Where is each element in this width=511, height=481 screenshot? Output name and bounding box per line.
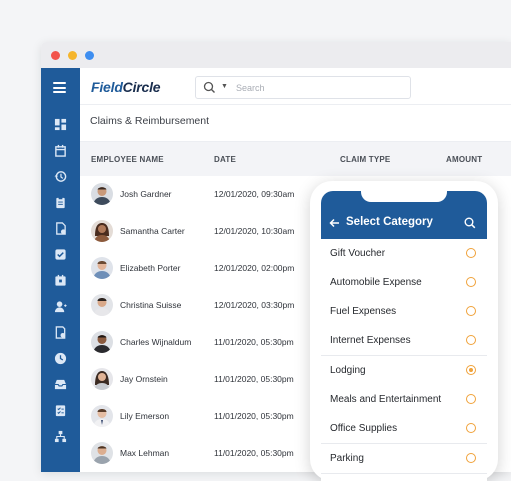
column-header-amount[interactable]: AMOUNT [446, 155, 482, 164]
employee-name: Jay Ornstein [120, 374, 168, 384]
search-icon[interactable] [464, 217, 476, 229]
claim-date: 11/01/2020, 05:30pm [214, 411, 294, 421]
avatar [91, 331, 113, 353]
category-label: Lodging [330, 365, 366, 376]
logo-text-circle: Circle [122, 79, 161, 95]
maximize-window-button[interactable] [85, 51, 94, 60]
claim-date: 12/01/2020, 09:30am [214, 189, 295, 199]
category-item-internet-expenses[interactable]: Internet Expenses [321, 326, 487, 356]
radio-button[interactable] [466, 423, 476, 433]
category-item-parking[interactable]: Parking [321, 444, 487, 474]
employee-name: Lily Emerson [120, 411, 170, 421]
close-window-button[interactable] [51, 51, 60, 60]
search-input[interactable] [234, 79, 408, 96]
back-arrow-icon[interactable] [329, 218, 340, 228]
employee-name: Samantha Carter [120, 226, 185, 236]
phone-screen: Select Category Gift Voucher Automobile … [321, 191, 487, 481]
checklist-icon[interactable] [53, 403, 67, 417]
category-item-office-supplies[interactable]: Office Supplies [321, 414, 487, 444]
claim-date: 11/01/2020, 05:30pm [214, 448, 294, 458]
phone-header: Select Category [321, 191, 487, 239]
claim-date: 12/01/2020, 02:00pm [214, 263, 295, 273]
search-box[interactable]: ▼ [195, 76, 411, 99]
page-title: Claims & Reimbursement [90, 115, 210, 127]
claim-date: 12/01/2020, 10:30am [214, 226, 295, 236]
claim-date: 12/01/2020, 03:30pm [214, 300, 295, 310]
category-item-gift-voucher[interactable]: Gift Voucher [321, 239, 487, 269]
schedule-icon[interactable] [53, 273, 67, 287]
inbox-icon[interactable] [53, 377, 67, 391]
dashboard-icon[interactable] [53, 117, 67, 131]
sidebar [41, 68, 80, 472]
employee-name: Josh Gardner [120, 189, 172, 199]
fieldcircle-logo[interactable]: FieldCircle [91, 79, 161, 95]
radio-button-selected[interactable] [466, 365, 476, 375]
category-label: Fuel Expenses [330, 306, 397, 317]
history-icon[interactable] [53, 169, 67, 183]
avatar [91, 220, 113, 242]
checkbox-icon[interactable] [53, 247, 67, 261]
phone-title: Select Category [346, 216, 433, 228]
radio-button[interactable] [466, 248, 476, 258]
column-header-date[interactable]: DATE [214, 155, 236, 164]
phone-notch [361, 191, 447, 202]
radio-button[interactable] [466, 277, 476, 287]
category-item-meals-and-entertainment[interactable]: Meals and Entertainment [321, 385, 487, 415]
clipboard-icon[interactable] [53, 195, 67, 209]
avatar [91, 257, 113, 279]
radio-button[interactable] [466, 306, 476, 316]
category-label: Gift Voucher [330, 248, 386, 259]
claim-date: 11/01/2020, 05:30pm [214, 374, 294, 384]
category-label: Automobile Expense [330, 277, 422, 288]
clock-icon[interactable] [53, 351, 67, 365]
category-label: Meals and Entertainment [330, 394, 442, 405]
claim-date: 11/01/2020, 05:30pm [214, 337, 294, 347]
radio-button[interactable] [466, 335, 476, 345]
employee-name: Charles Wijnaldum [120, 337, 192, 347]
caret-down-icon[interactable]: ▼ [221, 83, 228, 90]
employee-name: Elizabeth Porter [120, 263, 181, 273]
category-label: Parking [330, 453, 364, 464]
radio-button[interactable] [466, 394, 476, 404]
column-header-claim-type[interactable]: CLAIM TYPE [340, 155, 390, 164]
category-label: Office Supplies [330, 423, 398, 434]
phone-mockup: Select Category Gift Voucher Automobile … [310, 181, 498, 481]
table-header: EMPLOYEE NAME DATE CLAIM TYPE AMOUNT [80, 142, 511, 176]
document-icon[interactable] [53, 221, 67, 235]
avatar [91, 368, 113, 390]
menu-icon[interactable] [53, 82, 66, 93]
employee-name: Christina Suisse [120, 300, 182, 310]
avatar [91, 405, 113, 427]
user-icon[interactable] [53, 299, 67, 313]
category-item-automobile-expense[interactable]: Automobile Expense [321, 268, 487, 298]
employee-name: Max Lehman [120, 448, 170, 458]
calendar-icon[interactable] [53, 143, 67, 157]
avatar [91, 294, 113, 316]
category-item-lodging[interactable]: Lodging [321, 356, 487, 386]
page-header: Claims & Reimbursement [80, 105, 511, 142]
logo-text-field: Field [91, 79, 123, 95]
window-titlebar [41, 42, 511, 69]
minimize-window-button[interactable] [68, 51, 77, 60]
search-icon [203, 81, 215, 93]
category-item-fuel-expenses[interactable]: Fuel Expenses [321, 297, 487, 327]
radio-button[interactable] [466, 453, 476, 463]
settings-doc-icon[interactable] [53, 325, 67, 339]
avatar [91, 442, 113, 464]
top-bar: FieldCircle ▼ [80, 68, 511, 105]
hierarchy-icon[interactable] [53, 429, 67, 443]
category-label: Internet Expenses [330, 335, 411, 346]
column-header-employee-name[interactable]: EMPLOYEE NAME [91, 155, 164, 164]
avatar [91, 183, 113, 205]
